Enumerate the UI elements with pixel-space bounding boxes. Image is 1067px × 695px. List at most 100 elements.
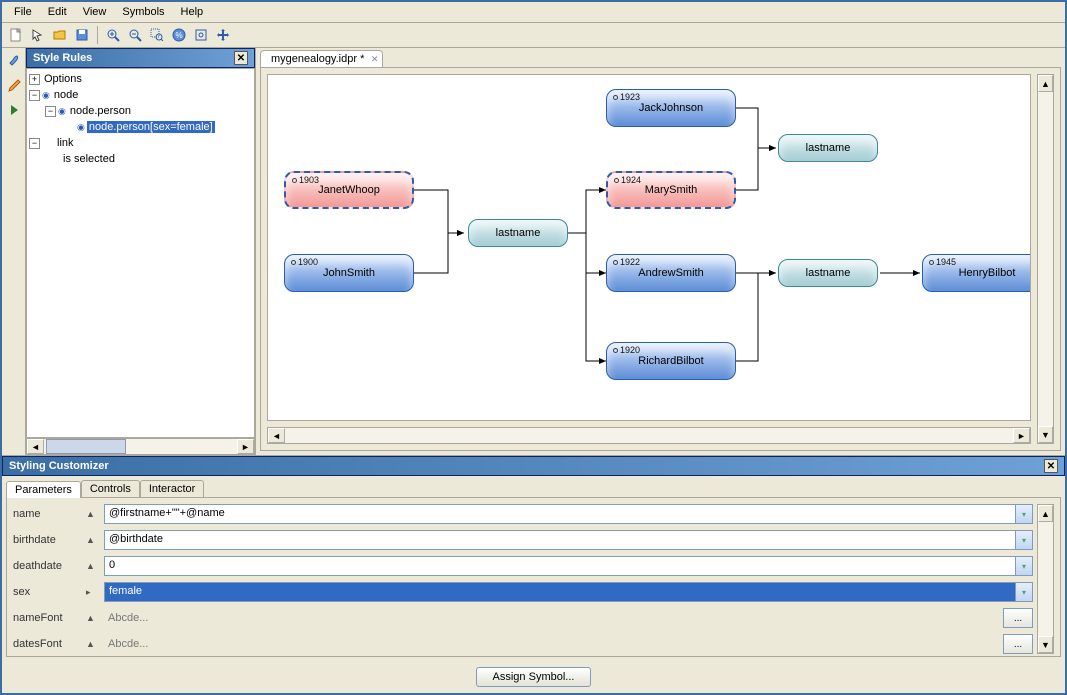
params-vscrollbar[interactable]: ▲ ▼ (1037, 504, 1054, 654)
tab-close-icon[interactable]: ✕ (371, 54, 379, 65)
menu-edit[interactable]: Edit (40, 4, 75, 20)
editor-tabs: mygenealogy.idpr * ✕ (256, 48, 1065, 67)
birthdate-input[interactable]: @birthdate ▾ (104, 530, 1033, 550)
tab-controls[interactable]: Controls (81, 480, 140, 497)
person-node-richard[interactable]: 1920 RichardBilbot (606, 342, 736, 380)
save-icon[interactable] (72, 25, 92, 45)
param-row-sex: sex ▸ female ▾ (13, 582, 1033, 602)
zoom-percent-icon[interactable]: % (169, 25, 189, 45)
deathdate-input[interactable]: 0 ▾ (104, 556, 1033, 576)
datesfont-value: Abcde... (104, 636, 995, 652)
namefont-value: Abcde... (104, 610, 995, 626)
sort-icon[interactable]: ▲ (86, 639, 96, 649)
pencil-icon[interactable] (5, 76, 23, 94)
person-node-henry[interactable]: 1945 HenryBilbot (922, 254, 1031, 292)
tree-item-node-person[interactable]: − ◉ node.person (29, 103, 254, 119)
family-node-1[interactable]: lastname (778, 134, 878, 162)
open-icon[interactable] (50, 25, 70, 45)
menubar: File Edit View Symbols Help (2, 2, 1065, 23)
person-node-jack[interactable]: 1923 JackJohnson (606, 89, 736, 127)
styling-customizer-panel: Styling Customizer ✕ Parameters Controls… (2, 455, 1065, 693)
browse-button[interactable]: ... (1003, 608, 1033, 628)
sort-icon[interactable]: ▲ (86, 561, 96, 571)
toolbar-separator (97, 26, 98, 44)
scroll-down-icon[interactable]: ▼ (1038, 426, 1053, 443)
dropdown-icon[interactable]: ▾ (1015, 531, 1032, 549)
style-rules-panel: Style Rules ✕ + Options − ◉ node − ◉ nod… (26, 48, 256, 455)
select-icon[interactable] (28, 25, 48, 45)
family-node-2[interactable]: lastname (468, 219, 568, 247)
person-node-janet[interactable]: 1903 JanetWhoop (284, 171, 414, 209)
canvas-vscrollbar[interactable]: ▲ ▼ (1037, 74, 1054, 444)
tree-item-node[interactable]: − ◉ node (29, 87, 254, 103)
family-node-3[interactable]: lastname (778, 259, 878, 287)
zoom-sel-icon[interactable] (191, 25, 211, 45)
node-label: JohnSmith (323, 267, 375, 279)
node-label: lastname (806, 267, 851, 279)
sort-icon[interactable]: ▲ (86, 613, 96, 623)
tree-item-is-selected[interactable]: is selected (29, 151, 254, 167)
param-row-deathdate: deathdate ▲ 0 ▾ (13, 556, 1033, 576)
dropdown-icon[interactable]: ▾ (1015, 583, 1032, 601)
sex-input[interactable]: female ▾ (104, 582, 1033, 602)
scroll-left-icon[interactable]: ◄ (268, 428, 285, 443)
assign-symbol-button[interactable]: Assign Symbol... (476, 667, 592, 687)
node-label: MarySmith (645, 184, 698, 196)
browse-button[interactable]: ... (1003, 634, 1033, 654)
sort-icon[interactable]: ▲ (86, 509, 96, 519)
tree-item-options[interactable]: + Options (29, 71, 254, 87)
person-node-john[interactable]: 1900 JohnSmith (284, 254, 414, 292)
diagram-canvas[interactable]: 1923 JackJohnson 1903 JanetWhoop 1924 Ma… (267, 74, 1031, 421)
menu-symbols[interactable]: Symbols (114, 4, 172, 20)
scroll-up-icon[interactable]: ▲ (1038, 75, 1053, 92)
editor-tab[interactable]: mygenealogy.idpr * ✕ (260, 50, 383, 67)
tree-hscrollbar[interactable]: ◄ ► (26, 438, 255, 455)
param-row-name: name ▲ @firstname+""+@name ▾ (13, 504, 1033, 524)
close-icon[interactable]: ✕ (1044, 459, 1058, 473)
tab-interactor[interactable]: Interactor (140, 480, 204, 497)
param-row-birthdate: birthdate ▲ @birthdate ▾ (13, 530, 1033, 550)
person-node-andrew[interactable]: 1922 AndrewSmith (606, 254, 736, 292)
scroll-down-icon[interactable]: ▼ (1038, 636, 1053, 653)
node-label: AndrewSmith (638, 267, 703, 279)
zoom-area-icon[interactable] (147, 25, 167, 45)
scroll-right-icon[interactable]: ► (237, 439, 254, 454)
collapse-icon[interactable]: − (45, 106, 56, 117)
node-label: JanetWhoop (318, 184, 380, 196)
collapse-icon[interactable]: − (29, 138, 40, 149)
tree-item-node-person-female[interactable]: ◉ node.person[sex=female] (29, 119, 254, 135)
menu-view[interactable]: View (75, 4, 115, 20)
sort-icon[interactable]: ▸ (86, 587, 96, 598)
dropdown-icon[interactable]: ▾ (1015, 557, 1032, 575)
scroll-up-icon[interactable]: ▲ (1038, 505, 1053, 522)
person-node-mary[interactable]: 1924 MarySmith (606, 171, 736, 209)
pan-icon[interactable] (213, 25, 233, 45)
scroll-left-icon[interactable]: ◄ (27, 439, 44, 454)
style-rules-tree[interactable]: + Options − ◉ node − ◉ node.person ◉ nod… (26, 68, 255, 438)
tab-label: mygenealogy.idpr * (271, 53, 364, 65)
tree-item-link[interactable]: − link (29, 135, 254, 151)
node-label: lastname (496, 227, 541, 239)
panel-title-label: Styling Customizer (9, 460, 109, 472)
left-tool-strip (2, 48, 26, 455)
panel-title-customizer: Styling Customizer ✕ (2, 456, 1065, 476)
expand-icon[interactable]: + (29, 74, 40, 85)
menu-file[interactable]: File (6, 4, 40, 20)
sort-icon[interactable]: ▲ (86, 535, 96, 545)
zoom-out-icon[interactable] (125, 25, 145, 45)
menu-help[interactable]: Help (173, 4, 212, 20)
name-input[interactable]: @firstname+""+@name ▾ (104, 504, 1033, 524)
node-label: lastname (806, 142, 851, 154)
zoom-in-icon[interactable] (103, 25, 123, 45)
close-icon[interactable]: ✕ (234, 51, 248, 65)
dropdown-icon[interactable]: ▾ (1015, 505, 1032, 523)
play-icon[interactable] (5, 100, 23, 118)
param-row-namefont: nameFont ▲ Abcde... ... (13, 608, 1033, 628)
canvas-hscrollbar[interactable]: ◄ ► (267, 427, 1031, 444)
tab-parameters[interactable]: Parameters (6, 481, 81, 498)
node-label: JackJohnson (639, 102, 703, 114)
scroll-right-icon[interactable]: ► (1013, 428, 1030, 443)
collapse-icon[interactable]: − (29, 90, 40, 101)
brush-icon[interactable] (5, 52, 23, 70)
new-icon[interactable] (6, 25, 26, 45)
